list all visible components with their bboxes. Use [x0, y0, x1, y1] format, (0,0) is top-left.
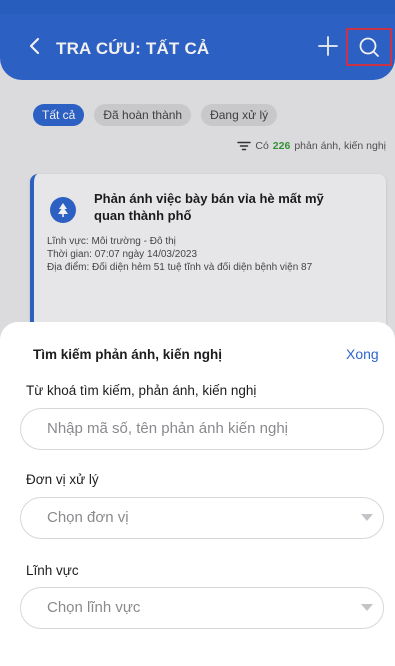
domain-select-value: Chọn lĩnh vực	[47, 599, 141, 616]
caret-down-icon	[361, 604, 373, 611]
search-sheet: Tìm kiếm phản ánh, kiến nghị Xong Từ kho…	[0, 322, 395, 666]
keyword-label: Từ khoá tìm kiếm, phản ánh, kiến nghị	[26, 383, 257, 398]
keyword-input[interactable]: Nhập mã số, tên phản ánh kiến nghị	[20, 408, 384, 450]
sheet-title: Tìm kiếm phản ánh, kiến nghị	[33, 347, 223, 362]
unit-select[interactable]: Chọn đơn vị	[20, 497, 384, 539]
caret-down-icon	[361, 514, 373, 521]
unit-label: Đơn vị xử lý	[26, 472, 99, 487]
unit-select-value: Chọn đơn vị	[47, 509, 129, 526]
domain-select[interactable]: Chọn lĩnh vực	[20, 587, 384, 629]
done-button[interactable]: Xong	[346, 346, 379, 362]
domain-label: Lĩnh vực	[26, 563, 79, 578]
